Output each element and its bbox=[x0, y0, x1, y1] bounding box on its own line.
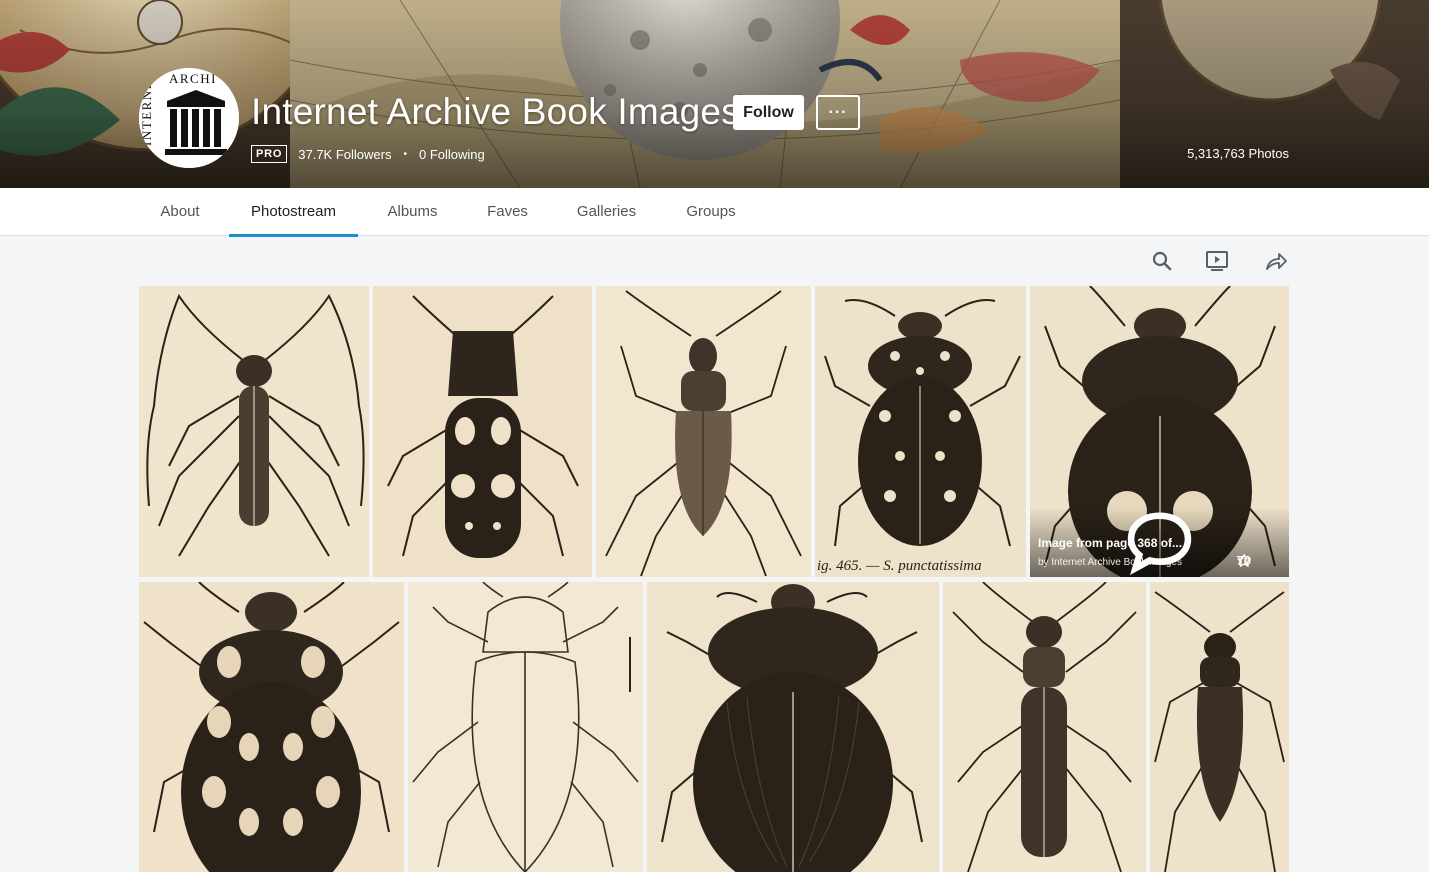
search-icon bbox=[1152, 251, 1172, 271]
dark-round-beetle-illustration bbox=[647, 582, 939, 872]
longhorn-beetle-illustration bbox=[139, 286, 369, 577]
tab-groups[interactable]: Groups bbox=[665, 188, 757, 236]
photo-tile[interactable]: ig. 465. — S. punctatissima bbox=[815, 286, 1026, 577]
tab-faves[interactable]: Faves bbox=[467, 188, 548, 236]
follow-button[interactable]: Follow bbox=[733, 95, 804, 130]
tab-galleries[interactable]: Galleries bbox=[556, 188, 657, 236]
profile-subnav: About Photostream Albums Faves Galleries… bbox=[0, 188, 1429, 237]
photo-count: 5,313,763 Photos bbox=[1187, 146, 1289, 161]
comment-icon[interactable] bbox=[1030, 507, 1289, 577]
photo-tile[interactable] bbox=[943, 582, 1146, 872]
photo-hover-overlay: Image from page 368 of... by Internet Ar… bbox=[1030, 507, 1289, 577]
search-button[interactable] bbox=[1149, 248, 1175, 274]
patterned-beetle-illustration bbox=[139, 582, 404, 872]
spotted-longhorn-beetle-illustration bbox=[373, 286, 592, 577]
photo-tile[interactable] bbox=[408, 582, 643, 872]
slender-beetle-illustration bbox=[596, 286, 811, 577]
small-longhorn-illustration bbox=[1150, 582, 1289, 872]
punctatissima-beetle-illustration bbox=[815, 286, 1026, 577]
svg-text:ARCHI: ARCHI bbox=[169, 71, 217, 86]
photo-tile[interactable] bbox=[1150, 582, 1289, 872]
tab-about[interactable]: About bbox=[139, 188, 221, 236]
more-options-button[interactable]: ··· bbox=[816, 95, 860, 130]
slideshow-button[interactable] bbox=[1204, 248, 1230, 274]
outline-beetle-illustration bbox=[408, 582, 643, 872]
internet-archive-logo-icon: ARCHI INTERNE bbox=[139, 68, 239, 168]
profile-name: Internet Archive Book Images bbox=[251, 91, 740, 132]
profile-stats: PRO 37.7K Followers • 0 Following bbox=[251, 144, 485, 164]
pro-badge: PRO bbox=[251, 145, 288, 163]
slideshow-icon bbox=[1206, 251, 1228, 271]
photo-tile-hovered[interactable]: Image from page 368 of... by Internet Ar… bbox=[1030, 286, 1289, 577]
avatar[interactable]: ARCHI INTERNE bbox=[139, 68, 239, 168]
tab-albums[interactable]: Albums bbox=[366, 188, 459, 236]
photo-tile[interactable] bbox=[596, 286, 811, 577]
photo-tile[interactable] bbox=[647, 582, 939, 872]
profile-cover: ARCHI INTERNE Internet Archive Book Imag… bbox=[0, 0, 1429, 188]
photo-tile[interactable] bbox=[139, 286, 369, 577]
plate-caption: ig. 465. — S. punctatissima bbox=[817, 558, 982, 574]
separator-dot: • bbox=[403, 148, 407, 160]
photo-tile[interactable] bbox=[139, 582, 404, 872]
share-button[interactable] bbox=[1263, 248, 1289, 274]
followers-link[interactable]: 37.7K Followers bbox=[298, 147, 391, 162]
following-link[interactable]: 0 Following bbox=[419, 147, 485, 162]
svg-text:INTERNE: INTERNE bbox=[139, 80, 154, 146]
tab-photostream[interactable]: Photostream bbox=[229, 188, 358, 237]
photo-tile[interactable] bbox=[373, 286, 592, 577]
share-icon bbox=[1266, 253, 1287, 270]
narrow-longhorn-illustration bbox=[943, 582, 1146, 872]
